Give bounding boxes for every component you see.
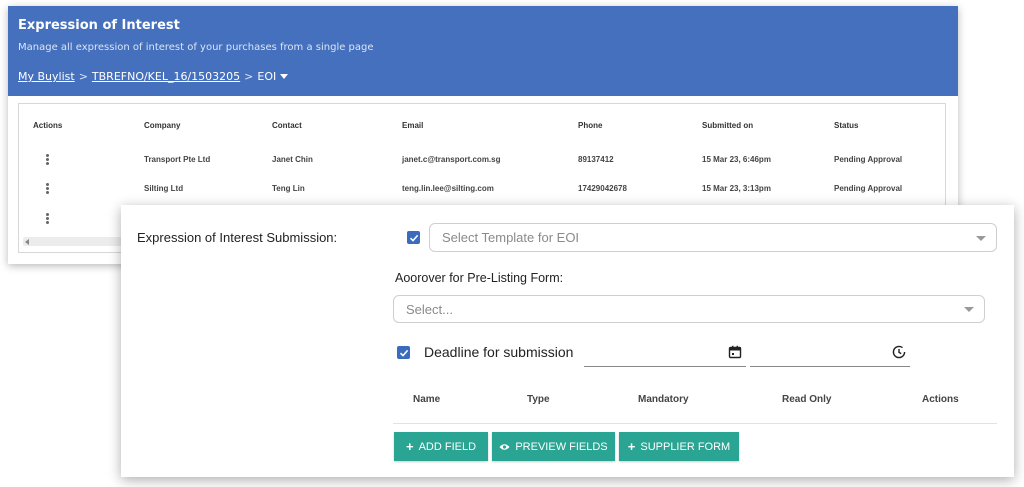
cell-email: teng.lin.lee@silting.com (402, 184, 494, 193)
plus-icon: + (405, 439, 414, 454)
col-header-submitted: Submitted on (702, 121, 754, 130)
kebab-icon[interactable] (46, 183, 49, 194)
approver-select-placeholder: Select... (406, 301, 453, 317)
page-title: Expression of Interest (18, 18, 180, 33)
field-col-read-only: Read Only (782, 394, 832, 405)
field-col-name: Name (413, 394, 441, 405)
cell-contact: Janet Chin (272, 155, 313, 164)
deadline-time-input[interactable] (750, 343, 910, 367)
kebab-icon[interactable] (46, 154, 49, 165)
cell-status: Pending Approval (834, 155, 903, 164)
supplier-form-label: SUPPLIER FORM (640, 440, 731, 453)
col-header-contact: Contact (272, 121, 302, 130)
preview-fields-button[interactable]: PREVIEW FIELDS (492, 432, 615, 461)
page-header: Expression of Interest Manage all expres… (8, 6, 958, 96)
cell-contact: Teng Lin (272, 184, 305, 193)
field-col-type: Type (527, 394, 550, 405)
submission-checkbox[interactable] (407, 231, 420, 244)
cell-submitted: 15 Mar 23, 3:13pm (702, 184, 771, 193)
check-icon (409, 234, 418, 242)
kebab-icon[interactable] (46, 213, 49, 224)
col-header-email: Email (402, 121, 424, 130)
cell-status: Pending Approval (834, 184, 903, 193)
chevron-down-icon[interactable] (280, 74, 289, 79)
clock-icon[interactable] (892, 345, 906, 359)
template-select-placeholder: Select Template for EOI (442, 230, 580, 245)
plus-icon: + (627, 439, 636, 454)
deadline-label: Deadline for submission (424, 344, 574, 360)
supplier-form-button[interactable]: + SUPPLIER FORM (619, 432, 739, 461)
cell-phone: 89137412 (578, 155, 614, 164)
submission-label: Expression of Interest Submission: (137, 230, 338, 245)
deadline-date-input[interactable] (584, 343, 746, 367)
col-header-status: Status (834, 121, 859, 130)
template-select[interactable]: Select Template for EOI (429, 223, 997, 252)
cell-email: janet.c@transport.com.sg (402, 155, 501, 164)
divider (393, 423, 997, 424)
approver-label: Aoorover for Pre-Listing Form: (395, 271, 564, 285)
col-header-company: Company (144, 121, 181, 130)
col-header-actions: Actions (33, 121, 63, 130)
cell-submitted: 15 Mar 23, 6:46pm (702, 155, 771, 164)
check-icon (399, 349, 408, 357)
page-subtitle: Manage all expression of interest of you… (18, 42, 374, 53)
approver-select[interactable]: Select... (393, 295, 985, 323)
breadcrumb-current[interactable]: EOI (257, 70, 276, 83)
field-col-actions: Actions (922, 394, 959, 405)
chevron-down-icon[interactable] (964, 307, 974, 312)
chevron-left-icon[interactable] (25, 239, 29, 245)
calendar-icon[interactable] (728, 345, 742, 359)
deadline-checkbox[interactable] (397, 346, 410, 359)
cell-phone: 17429042678 (578, 184, 627, 193)
cell-company: Transport Pte Ltd (144, 155, 211, 164)
eoi-submission-panel: Expression of Interest Submission: Selec… (121, 205, 1014, 477)
preview-fields-label: PREVIEW FIELDS (515, 440, 608, 453)
add-field-label: ADD FIELD (418, 440, 477, 453)
chevron-down-icon[interactable] (976, 235, 986, 241)
field-col-mandatory: Mandatory (638, 394, 689, 405)
breadcrumb-separator: > (244, 70, 254, 83)
col-header-phone: Phone (578, 121, 603, 130)
breadcrumb: My Buylist > TBREFNO/KEL_16/1503205 > EO… (18, 70, 289, 83)
breadcrumb-my-buylist[interactable]: My Buylist (18, 70, 75, 83)
breadcrumb-separator: > (78, 70, 88, 83)
breadcrumb-ref[interactable]: TBREFNO/KEL_16/1503205 (92, 70, 240, 83)
eye-icon (499, 443, 510, 450)
cell-company: Silting Ltd (144, 184, 184, 193)
add-field-button[interactable]: + ADD FIELD (394, 432, 488, 461)
